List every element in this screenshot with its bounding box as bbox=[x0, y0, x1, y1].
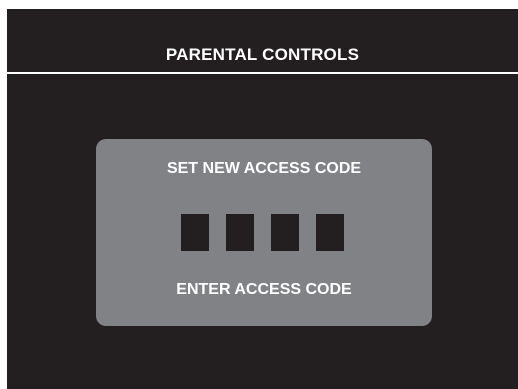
code-digit-1[interactable] bbox=[181, 214, 209, 251]
access-code-dialog: SET NEW ACCESS CODE ENTER ACCESS CODE bbox=[96, 139, 432, 326]
header-divider bbox=[7, 72, 518, 74]
access-code-input[interactable] bbox=[181, 214, 344, 251]
code-digit-4[interactable] bbox=[316, 214, 344, 251]
code-digit-3[interactable] bbox=[271, 214, 299, 251]
dialog-prompt: ENTER ACCESS CODE bbox=[176, 281, 352, 298]
tv-screen: PARENTAL CONTROLS SET NEW ACCESS CODE EN… bbox=[7, 9, 518, 389]
code-digit-2[interactable] bbox=[226, 214, 254, 251]
dialog-heading: SET NEW ACCESS CODE bbox=[166, 160, 362, 177]
page-title: PARENTAL CONTROLS bbox=[165, 45, 360, 64]
